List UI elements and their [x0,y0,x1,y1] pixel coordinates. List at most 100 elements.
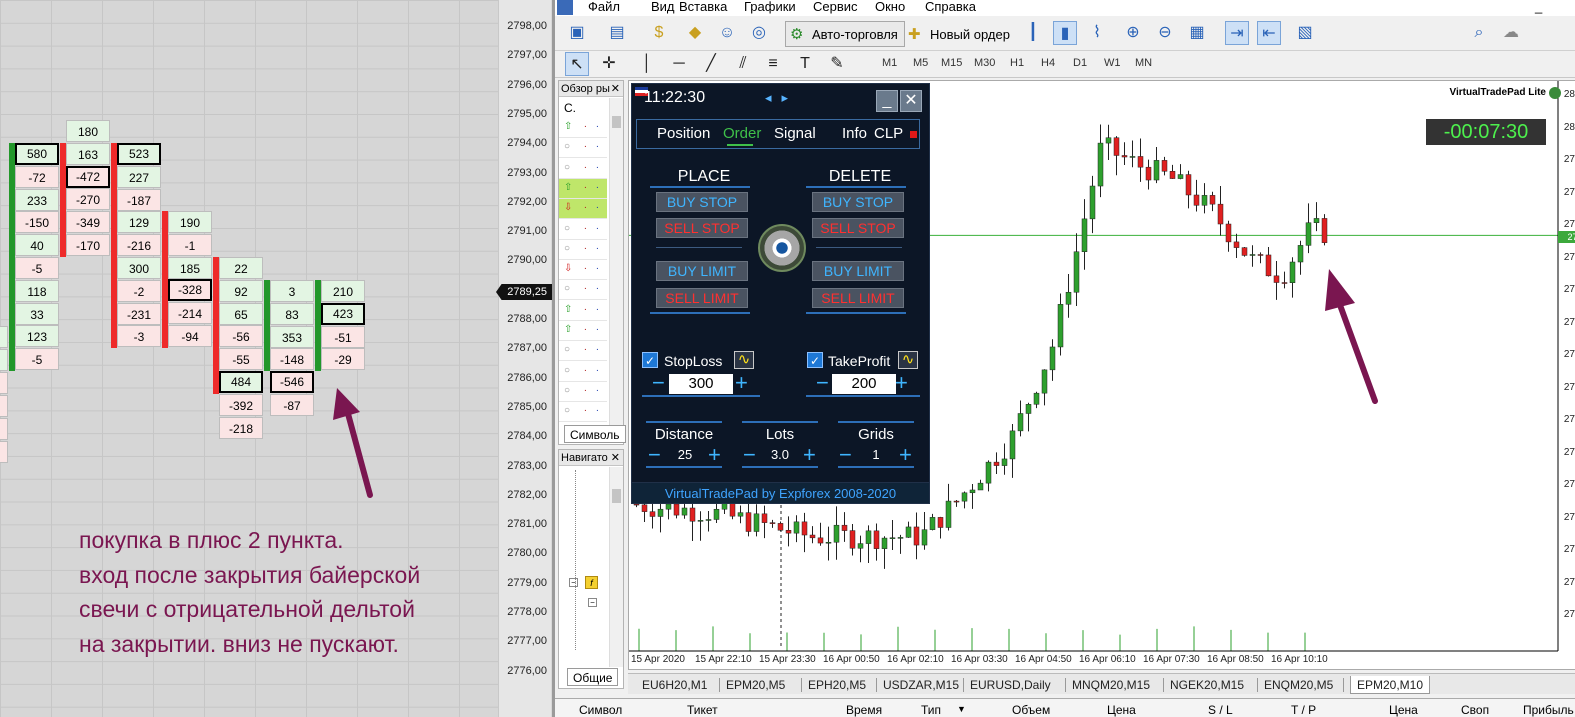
chart-tab[interactable]: NGEK20,M15 [1170,676,1244,694]
tab-common[interactable]: Общие [567,668,619,686]
market-watch-row[interactable]: ○.. [559,341,607,362]
timeframe-h4[interactable]: H4 [1041,57,1055,69]
orders-column-header[interactable]: Цена [1389,703,1418,717]
stoploss-minus-button[interactable]: − [652,372,665,394]
distance-value[interactable]: 25 [665,447,705,462]
market-watch-column-header[interactable]: С. [564,101,576,115]
bar-chart-icon[interactable]: ┃ [1021,21,1045,45]
new-chart-icon[interactable]: ▣ [565,21,589,45]
distance-minus-button[interactable]: − [648,444,661,466]
auto-scroll-icon[interactable]: ⇥ [1225,21,1249,45]
terminal-icon[interactable]: ☺ [715,21,739,45]
chart-tab[interactable]: EPM20,M10 [1350,676,1431,694]
tree-expand-icon[interactable]: − [588,598,597,607]
market-watch-icon[interactable]: $ [647,21,671,45]
scrollbar-thumb[interactable] [612,489,621,503]
chart-tab[interactable]: ENQM20,M5 [1264,676,1333,694]
menu-file[interactable]: Файл [588,0,620,14]
market-watch-row[interactable]: ⇧.. [559,321,607,341]
trade-pad-nav-arrows[interactable]: ◂▸ [765,90,798,106]
market-watch-row[interactable]: ⇧.. [559,118,607,138]
menu-help[interactable]: Справка [925,0,976,14]
stoploss-trailing-icon[interactable]: ∿ [734,351,754,369]
market-watch-row[interactable]: ⇧.. [559,178,607,199]
market-watch-row[interactable]: ○.. [559,280,607,301]
place-buy-stop-button[interactable]: BUY STOP [656,192,748,212]
new-order-button[interactable]: ✚ Новый ордер [903,21,1017,47]
tab-symbols[interactable]: Символь [564,425,626,443]
market-watch-row[interactable]: ⇩.. [559,199,607,220]
tab-info[interactable]: Info [842,125,867,142]
horizontal-line-icon[interactable]: ─ [667,52,691,76]
takeprofit-checkbox[interactable]: ✓ [807,352,823,368]
market-watch-row[interactable]: ○.. [559,138,607,159]
close-button[interactable]: ✕ [900,90,922,112]
search-icon[interactable]: ⌕ [1467,21,1491,45]
navigator-scrollbar[interactable] [609,467,623,667]
tree-expand-icon[interactable]: − [569,578,578,587]
orders-column-header[interactable]: Своп [1461,703,1489,717]
orders-column-header[interactable]: Цена [1107,703,1136,717]
delete-sell-limit-button[interactable]: SELL LIMIT [812,288,904,308]
tab-order[interactable]: Order [723,125,761,142]
auto-trading-button[interactable]: ⚙ Авто-торговля [785,21,905,47]
candlestick-icon[interactable]: ▮ [1053,21,1077,45]
takeprofit-minus-button[interactable]: − [816,372,829,394]
takeprofit-trailing-icon[interactable]: ∿ [898,351,918,369]
trendline-icon[interactable]: ╱ [699,52,723,76]
templates-icon[interactable]: ▧ [1293,21,1317,45]
profiles-icon[interactable]: ▤ [605,21,629,45]
app-icon[interactable] [557,0,573,15]
channel-icon[interactable]: ⫽ [731,52,755,76]
tab-clp[interactable]: CLP [874,125,903,142]
chart-tab[interactable]: EPH20,M5 [808,676,866,694]
shapes-icon[interactable]: ✎ [825,52,849,76]
market-watch-row[interactable]: ○.. [559,159,607,179]
timeframe-m5[interactable]: M5 [913,57,928,69]
grids-minus-button[interactable]: − [839,444,852,466]
orders-column-header[interactable]: Символ [579,703,622,717]
text-icon[interactable]: T [793,52,817,76]
timeframe-m30[interactable]: M30 [974,57,995,69]
lots-plus-button[interactable]: + [803,444,816,466]
signals-icon[interactable]: ◎ [747,21,771,45]
minimize-button[interactable]: _ [876,90,898,112]
distance-plus-button[interactable]: + [708,444,721,466]
orders-column-header[interactable]: Тип [921,703,941,717]
crosshair-icon[interactable]: ✛ [597,52,621,76]
menu-insert[interactable]: Вставка [679,0,727,14]
zoom-out-icon[interactable]: ⊖ [1153,21,1177,45]
delete-buy-limit-button[interactable]: BUY LIMIT [812,261,904,281]
tile-windows-icon[interactable]: ▦ [1185,21,1209,45]
timeframe-d1[interactable]: D1 [1073,57,1087,69]
place-sell-limit-button[interactable]: SELL LIMIT [656,288,748,308]
orders-column-header[interactable]: T / P [1291,703,1316,717]
place-sell-stop-button[interactable]: SELL STOP [656,218,748,238]
market-watch-scrollbar[interactable] [609,98,623,426]
tab-signal[interactable]: Signal [774,125,816,142]
tab-position[interactable]: Position [657,125,710,142]
fibonacci-icon[interactable]: ≡ [761,52,785,76]
close-icon[interactable]: ✕ [611,450,620,466]
place-buy-limit-button[interactable]: BUY LIMIT [656,261,748,281]
market-watch-row[interactable]: ⇩.. [559,260,607,281]
chat-icon[interactable]: ☁ [1499,21,1523,45]
takeprofit-plus-button[interactable]: + [895,372,908,394]
orders-column-header[interactable]: Прибыль [1523,703,1574,717]
target-icon[interactable] [758,224,806,272]
orders-column-header[interactable]: S / L [1208,703,1233,717]
minimize-icon[interactable]: _ [1535,0,1542,14]
chart-shift-icon[interactable]: ⇤ [1257,21,1281,45]
sort-down-icon[interactable]: ▼ [957,704,966,714]
chart-tab[interactable]: USDZAR,M15 [883,676,959,694]
menu-tools[interactable]: Сервис [813,0,858,14]
chart-tab[interactable]: MNQM20,M15 [1072,676,1150,694]
chart-tab[interactable]: EPM20,M5 [726,676,785,694]
navigator-icon[interactable]: ◆ [683,21,707,45]
orders-column-header[interactable]: Объем [1012,703,1050,717]
timeframe-m1[interactable]: M1 [882,57,897,69]
lots-minus-button[interactable]: − [743,444,756,466]
grids-plus-button[interactable]: + [899,444,912,466]
indicator-folder-icon[interactable]: f [585,576,598,589]
delete-sell-stop-button[interactable]: SELL STOP [812,218,904,238]
